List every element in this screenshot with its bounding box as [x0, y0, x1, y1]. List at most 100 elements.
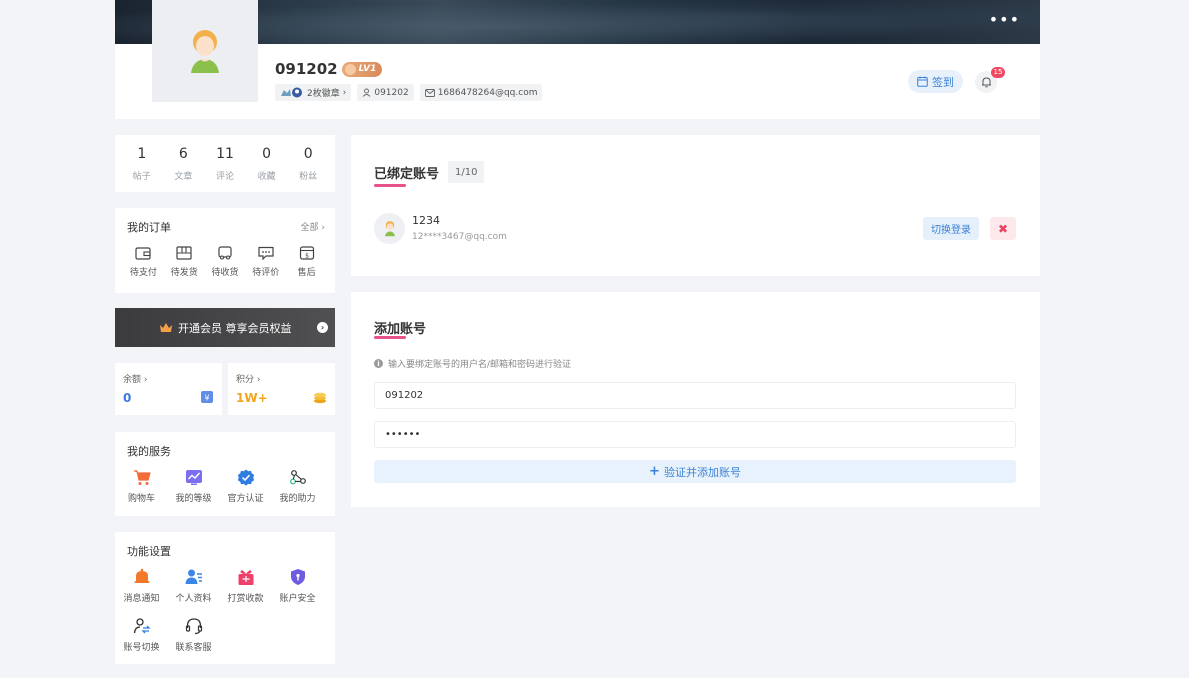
- order-status-row: 待支付 待发货 待收货 待评价 $ 售后: [123, 246, 327, 278]
- add-account-card: 添加账号 i 输入要绑定账号的用户名/邮箱和密码进行验证 + 验证并添加账号: [351, 292, 1040, 507]
- settings-row-2: 账号切换 联系客服: [121, 617, 214, 653]
- svg-text:$: $: [305, 253, 309, 260]
- service-boost[interactable]: 我的助力: [277, 469, 318, 504]
- add-account-header: 添加账号: [374, 318, 426, 337]
- package-icon: [176, 246, 192, 260]
- stat-comments[interactable]: 11 评论: [205, 135, 245, 192]
- setting-label: 账号切换: [123, 643, 160, 653]
- account-avatar: [374, 213, 405, 244]
- avatar-illustration-icon: [191, 30, 219, 73]
- title-underline: [374, 336, 406, 339]
- level-badge[interactable]: LV1: [341, 61, 383, 77]
- order-pending-receipt[interactable]: 待收货: [205, 246, 246, 278]
- gift-icon: [238, 570, 253, 585]
- plus-icon: +: [649, 464, 660, 479]
- user-avatar[interactable]: [152, 0, 258, 102]
- user-icon: [363, 88, 371, 97]
- order-pending-review[interactable]: 待评价: [245, 246, 286, 278]
- settings-row-1: 消息通知 个人资料 打赏收款 账户安全: [121, 568, 318, 604]
- stat-favorites[interactable]: 0 收藏: [247, 135, 287, 192]
- headset-icon: [185, 618, 202, 635]
- share-icon: [289, 470, 306, 485]
- balance-label-row: 余额 ›: [123, 375, 148, 385]
- calendar-icon: [917, 76, 928, 87]
- service-label: 我的助力: [279, 494, 316, 504]
- stat-followers[interactable]: 0 粉丝: [288, 135, 328, 192]
- orders-view-all-link[interactable]: 全部 ›: [301, 220, 325, 233]
- username-input[interactable]: [374, 382, 1016, 409]
- order-status-label: 待收货: [211, 268, 239, 278]
- points-value: 1W+: [236, 391, 268, 405]
- title-underline: [374, 184, 406, 187]
- function-settings-card: 功能设置 消息通知 个人资料 打赏收款 账户安全 账号切换 联系客服: [115, 532, 335, 664]
- balance-value: 0: [123, 391, 132, 405]
- service-label: 官方认证: [227, 494, 264, 504]
- stat-value: 0: [262, 145, 272, 162]
- mail-icon: [424, 88, 435, 97]
- badge-medals-icon: [281, 87, 302, 98]
- vip-membership-banner[interactable]: 开通会员 尊享会员权益 ›: [115, 308, 335, 347]
- order-status-label: 待支付: [129, 268, 157, 278]
- user-id-chip: 091202: [357, 84, 414, 101]
- switch-login-button[interactable]: 切换登录: [923, 217, 979, 240]
- badges-label: 2枚徽章: [307, 89, 340, 99]
- points-label: 积分: [236, 375, 255, 385]
- notification-count-badge: 15: [991, 67, 1005, 78]
- setting-notifications[interactable]: 消息通知: [121, 568, 162, 604]
- shield-icon: [290, 569, 305, 585]
- coins-icon: [314, 392, 326, 404]
- profile-icon: [185, 569, 202, 584]
- service-verification[interactable]: 官方认证: [225, 469, 266, 504]
- orders-title: 我的订单: [127, 221, 171, 234]
- setting-profile[interactable]: 个人资料: [173, 568, 214, 604]
- chevron-right-icon: ›: [342, 87, 347, 98]
- level-medal-icon: [344, 63, 356, 75]
- my-services-card: 我的服务 购物车 我的等级 官方认证 我的助力: [115, 432, 335, 516]
- account-name: 1234: [412, 214, 440, 227]
- order-pending-payment[interactable]: 待支付: [123, 246, 164, 278]
- add-account-title: 添加账号: [374, 322, 427, 337]
- bound-accounts-card: 已绑定账号 1/10 1234 12****3467@qq.com 切换登录 ✖: [351, 135, 1040, 276]
- profile-meta-row: 2枚徽章 › 091202 1686478264@qq.com: [275, 84, 543, 101]
- services-row: 购物车 我的等级 官方认证 我的助力: [121, 469, 318, 504]
- setting-tips[interactable]: 打赏收款: [225, 568, 266, 604]
- signin-label: 签到: [932, 75, 954, 89]
- avatar-illustration-icon: [384, 221, 395, 237]
- order-after-sale[interactable]: $ 售后: [286, 246, 327, 278]
- submit-label: 验证并添加账号: [663, 465, 741, 479]
- verify-add-account-button[interactable]: + 验证并添加账号: [374, 460, 1016, 483]
- order-status-label: 待评价: [252, 268, 280, 278]
- stat-label: 粉丝: [299, 171, 318, 182]
- service-cart[interactable]: 购物车: [121, 469, 162, 504]
- order-pending-shipment[interactable]: 待发货: [164, 246, 205, 278]
- stat-articles[interactable]: 6 文章: [163, 135, 203, 192]
- bell-icon: [134, 568, 149, 583]
- setting-label: 联系客服: [175, 643, 212, 653]
- chevron-right-circle-icon: ›: [317, 322, 328, 333]
- add-account-hint: i 输入要绑定账号的用户名/邮箱和密码进行验证: [374, 357, 571, 370]
- remove-account-button[interactable]: ✖: [990, 217, 1016, 240]
- stat-label: 帖子: [132, 171, 151, 182]
- balance-coupon-icon: ¥: [201, 391, 213, 403]
- stat-value: 6: [178, 145, 188, 162]
- level-chart-icon: [185, 470, 202, 485]
- truck-icon: [218, 246, 232, 260]
- setting-customer-service[interactable]: 联系客服: [173, 617, 214, 653]
- setting-security[interactable]: 账户安全: [277, 568, 318, 604]
- cart-icon: [133, 470, 151, 485]
- balance-card[interactable]: 余额 › 0 ¥: [115, 363, 222, 415]
- balance-label: 余额: [123, 375, 142, 385]
- points-card[interactable]: 积分 › 1W+: [228, 363, 335, 415]
- stat-posts[interactable]: 1 帖子: [122, 135, 162, 192]
- user-id: 091202: [374, 87, 409, 98]
- service-level[interactable]: 我的等级: [173, 469, 214, 504]
- info-icon: i: [374, 359, 383, 368]
- setting-switch-account[interactable]: 账号切换: [121, 617, 162, 653]
- stat-value: 0: [303, 145, 313, 162]
- user-stats-card: 1 帖子 6 文章 11 评论 0 收藏 0 粉丝: [115, 135, 335, 192]
- badges-chip[interactable]: 2枚徽章 ›: [275, 84, 352, 101]
- account-email: 12****3467@qq.com: [412, 232, 507, 242]
- password-input[interactable]: [374, 421, 1016, 448]
- more-options-icon[interactable]: •••: [989, 12, 1020, 28]
- signin-button[interactable]: 签到: [908, 70, 963, 93]
